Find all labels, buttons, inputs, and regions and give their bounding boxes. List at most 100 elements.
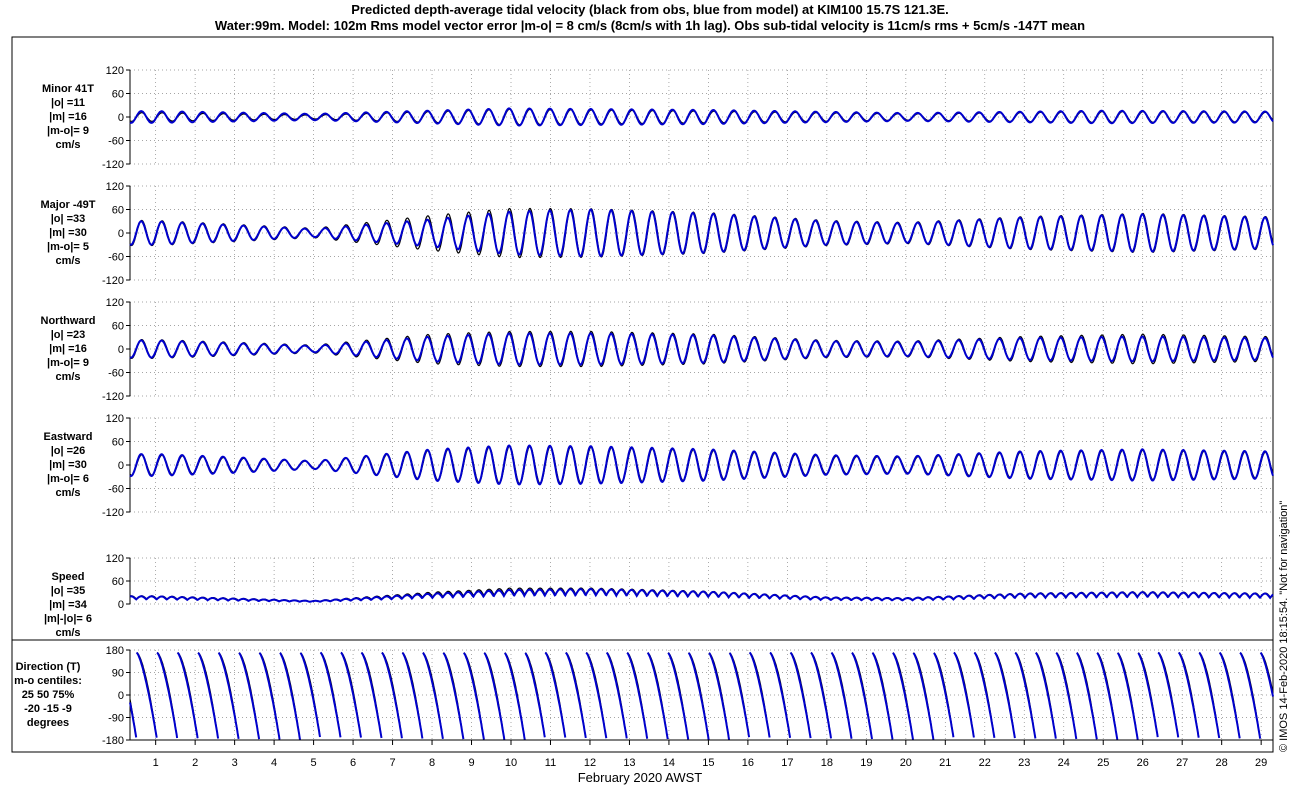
panel-label: |m-o|= 9 [47, 125, 89, 137]
x-tick-label: 19 [860, 757, 872, 769]
series-obs-speed [129, 587, 1274, 603]
plot-area: 120600-60-120Minor 41T|o| =11|m| =16|m-o… [11, 36, 1274, 785]
panel-label: Major -49T [40, 199, 95, 211]
y-tick-label: 60 [112, 576, 124, 588]
y-tick-label: 0 [118, 690, 124, 702]
panel-label: |o| =35 [51, 585, 86, 597]
copyright-note: © IMOS 14-Feb-2020 18:15:54. "Not for na… [1278, 500, 1290, 752]
x-tick-label: 21 [939, 757, 951, 769]
x-tick-label: 17 [781, 757, 793, 769]
panel-label: |m-o|= 9 [47, 357, 89, 369]
x-tick-label: 16 [742, 757, 754, 769]
panel-label: Speed [51, 571, 84, 583]
x-tick-label: 27 [1176, 757, 1188, 769]
x-tick-label: 8 [429, 757, 435, 769]
panel-speed: 120 60 0 Speed |o| =35 |m| =34 |m|-|o|= 6 cm/s [44, 553, 1274, 639]
panel-label: Direction (T) [16, 661, 81, 673]
panel-label: cm/s [55, 487, 80, 499]
y-tick-label: -90 [108, 713, 124, 725]
series-model-direction [129, 651, 1274, 741]
y-tick-label: -120 [102, 159, 124, 171]
x-tick-label: 23 [1018, 757, 1030, 769]
panel-label: |o| =11 [51, 97, 85, 109]
y-tick-label: 120 [106, 181, 124, 193]
series-model-northward [129, 332, 1274, 366]
y-tick-label: 0 [118, 460, 124, 472]
panel-label: cm/s [55, 139, 80, 151]
panel-label: |m| =30 [49, 227, 87, 239]
y-tick-label: -120 [102, 275, 124, 287]
panel-label: 25 50 75% [22, 689, 75, 701]
figure: Predicted depth-average tidal velocity (… [0, 0, 1300, 800]
y-tick-label: -60 [108, 368, 124, 380]
panel-major: 120 60 0 -60 -120 Major -49T |o| =33 |m| =30 |m-… [40, 181, 1274, 287]
y-tick-label: 60 [112, 205, 124, 217]
series-model-speed [129, 588, 1274, 603]
panel-label: |m-o|= 5 [47, 241, 89, 253]
panel-label: |o| =33 [51, 213, 86, 225]
x-tick-label: 12 [584, 757, 596, 769]
panel-northward: 120 60 0 -60 -120 Northward |o| =23 |m| =16 |m-o… [41, 297, 1274, 403]
x-tick-label: 24 [1058, 757, 1070, 769]
panel-label: |m|-|o|= 6 [44, 613, 92, 625]
panel-direction: 180 90 0 -90 -180 Direction (T) m-o centiles: 2… [14, 645, 1274, 747]
y-tick-label: 120 [106, 297, 124, 309]
x-tick-label: 10 [505, 757, 517, 769]
y-tick-label: -60 [108, 484, 124, 496]
outer-frame [11, 36, 1274, 753]
panel-label: |m| =16 [49, 343, 87, 355]
y-tick-label: -120 [102, 391, 124, 403]
y-tick-label: 60 [112, 89, 124, 101]
x-tick-label: 11 [545, 757, 556, 769]
panel-label: -20 -15 -9 [24, 703, 72, 715]
x-tick-label: 9 [468, 757, 474, 769]
panel-label: |o| =23 [51, 329, 86, 341]
x-tick-label: 1 [153, 757, 159, 769]
x-tick-label: 5 [311, 757, 317, 769]
y-tick-label: 90 [112, 668, 124, 680]
panel-label: |o| =26 [51, 445, 86, 457]
panel-label: Northward [41, 315, 96, 327]
panel-label: |m-o|= 6 [47, 473, 89, 485]
series-model-minor [129, 107, 1274, 127]
x-tick-label: 20 [900, 757, 912, 769]
y-tick-label: -180 [102, 735, 124, 747]
y-tick-label: 0 [118, 112, 124, 124]
panel-label: cm/s [55, 627, 80, 639]
x-tick-label: 18 [821, 757, 833, 769]
y-tick-label: 120 [106, 553, 124, 565]
x-tick-label: 14 [663, 757, 675, 769]
panel-label: |m| =34 [49, 599, 88, 611]
x-tick-label: 6 [350, 757, 356, 769]
panel-label: Eastward [44, 431, 93, 443]
x-tick-label: 22 [979, 757, 991, 769]
y-tick-label: -60 [108, 136, 124, 148]
x-tick-label: 7 [389, 757, 395, 769]
panel-label: m-o centiles: [14, 675, 82, 687]
panel-label: |m| =30 [49, 459, 87, 471]
y-tick-label: 60 [112, 437, 124, 449]
y-tick-label: 0 [118, 599, 124, 611]
y-tick-label: 0 [118, 228, 124, 240]
y-tick-label: -120 [102, 507, 124, 519]
panel-minor: 120 60 0 -60 -120 Minor 41T |o| =11 |m| =16 |m-o… [42, 65, 1274, 171]
y-tick-label: -60 [108, 252, 124, 264]
y-tick-label: 60 [112, 321, 124, 333]
y-tick-label: 180 [106, 645, 124, 657]
panel-label: cm/s [55, 255, 80, 267]
x-tick-label: 13 [623, 757, 635, 769]
y-tick-label: 120 [106, 65, 124, 77]
x-tick-label: 15 [702, 757, 714, 769]
x-tick-label: 29 [1255, 757, 1267, 769]
panel-eastward: 120 60 0 -60 -120 Eastward |o| =26 |m| =30 |m-o|… [44, 413, 1274, 519]
x-tick-label: 28 [1216, 757, 1228, 769]
x-tick-label: 3 [232, 757, 238, 769]
x-tick-label: 26 [1137, 757, 1149, 769]
x-tick-label: 25 [1097, 757, 1109, 769]
x-tick-label: 2 [192, 757, 198, 769]
panel-label: Minor 41T [42, 83, 94, 95]
y-tick-label: 0 [118, 344, 124, 356]
series-model-major [129, 208, 1274, 258]
x-tick-label: 4 [271, 757, 277, 769]
y-tick-label: 120 [106, 413, 124, 425]
